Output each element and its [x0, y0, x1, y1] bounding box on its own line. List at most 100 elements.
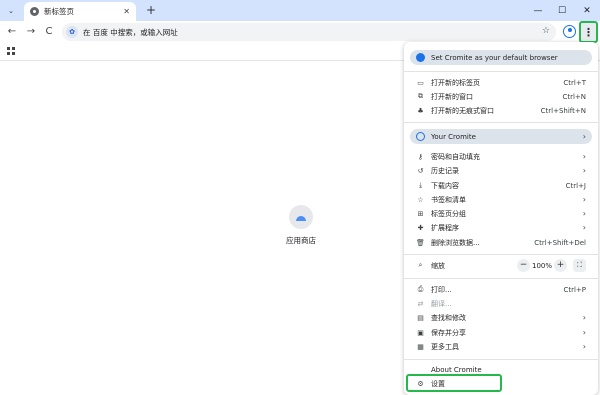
trash-icon: 🗑 [416, 238, 425, 247]
menu-divider [404, 71, 598, 72]
new-tab-icon: ▭ [417, 78, 424, 87]
chevron-right-icon: › [582, 152, 586, 161]
shortcut-label: 应用商店 [286, 236, 316, 245]
zoom-level: 100% [531, 261, 552, 270]
app-menu: Set Cromite as your default browser ▭ 打开… [404, 42, 598, 395]
menu-label: 打开新的无痕式窗口 [431, 106, 494, 115]
menu-label: Set Cromite as your default browser [431, 53, 558, 62]
menu-shortcut: Ctrl+T [563, 78, 586, 87]
find-icon: ▤ [417, 313, 424, 322]
chevron-right-icon: › [582, 223, 586, 232]
app-store-icon [289, 205, 313, 229]
zoom-out-button[interactable]: − [517, 259, 530, 272]
save-share-icon: ▣ [417, 328, 424, 337]
tab-search-chevron-icon[interactable]: ⌄ [4, 4, 18, 17]
menu-label: 翻译... [431, 299, 452, 308]
menu-item-clear-data[interactable]: 🗑 删除浏览数据... Ctrl+Shift+Del [410, 236, 592, 249]
toolbar: ← → C ✿ 在 百度 中搜索，或输入网址 ☆ [0, 21, 600, 43]
menu-label: 历史记录 [431, 166, 459, 175]
new-tab-button[interactable]: + [144, 3, 158, 17]
chrome-favicon-icon [30, 7, 39, 16]
menu-item-more-tools[interactable]: ▦ 更多工具 › [410, 340, 592, 353]
menu-label: About Cromite [431, 365, 482, 374]
shortcut-app-store[interactable]: 应用商店 [278, 205, 324, 246]
menu-shortcut: Ctrl+N [562, 92, 586, 101]
menu-item-new-tab[interactable]: ▭ 打开新的标签页 Ctrl+T [410, 76, 592, 89]
menu-label: 书签和清单 [431, 195, 466, 204]
menu-label: 打开新的标签页 [431, 78, 480, 87]
toolbox-icon: ▦ [417, 342, 424, 351]
minimize-button[interactable]: — [526, 0, 550, 21]
download-icon: ⤓ [418, 181, 423, 189]
tab-strip: ⌄ 新标签页 ✕ + — ☐ ✕ [0, 0, 600, 21]
menu-label: 更多工具 [431, 342, 459, 351]
menu-item-downloads[interactable]: ⤓ 下载内容 Ctrl+J [410, 179, 592, 192]
key-icon: ⚷ [417, 152, 424, 161]
apps-grid-icon[interactable] [7, 47, 15, 55]
zoom-icon: ⌕ [418, 261, 423, 269]
incognito-icon: ♣ [417, 106, 424, 115]
maximize-button[interactable]: ☐ [550, 0, 574, 21]
tab-title: 新标签页 [44, 7, 74, 16]
menu-divider [404, 278, 598, 279]
chevron-right-icon: › [582, 328, 586, 337]
history-icon: ↺ [417, 166, 424, 175]
menu-item-find-edit[interactable]: ▤ 查找和修改 › [410, 311, 592, 324]
menu-item-bookmarks[interactable]: ☆ 书签和清单 › [410, 193, 592, 206]
menu-shortcut: Ctrl+P [563, 285, 586, 294]
menu-item-default-browser[interactable]: Set Cromite as your default browser [410, 50, 592, 65]
tab-new-tab[interactable]: 新标签页 ✕ [24, 2, 136, 21]
menu-button[interactable]: ⋮ [579, 21, 598, 43]
menu-item-history[interactable]: ↺ 历史记录 › [410, 164, 592, 177]
translate-icon: ⇄ [417, 299, 424, 308]
address-bar[interactable]: ✿ 在 百度 中搜索，或输入网址 ☆ [62, 23, 556, 41]
address-bar-placeholder: 在 百度 中搜索，或输入网址 [83, 27, 178, 37]
menu-divider [404, 122, 598, 123]
chevron-right-icon: › [582, 195, 586, 204]
menu-item-your-cromite[interactable]: Your Cromite › [410, 129, 592, 144]
back-button[interactable]: ← [5, 25, 19, 39]
menu-shortcut: Ctrl+J [565, 181, 586, 190]
menu-item-tab-groups[interactable]: ⊞ 标签页分组 › [410, 207, 592, 220]
menu-label: 扩展程序 [431, 223, 459, 232]
menu-label: 密码和自动填充 [431, 152, 480, 161]
menu-item-passwords[interactable]: ⚷ 密码和自动填充 › [410, 150, 592, 163]
menu-label: Your Cromite [431, 132, 476, 141]
menu-item-print[interactable]: ⎙ 打印... Ctrl+P [410, 283, 592, 296]
menu-label: 下载内容 [431, 181, 459, 190]
tab-close-icon[interactable]: ✕ [123, 7, 130, 16]
star-icon: ☆ [417, 195, 424, 204]
menu-label: 标签页分组 [431, 209, 466, 218]
menu-item-translate: ⇄ 翻译... [410, 297, 592, 310]
menu-label: 查找和修改 [431, 313, 466, 322]
menu-item-new-window[interactable]: ⧉ 打开新的窗口 Ctrl+N [410, 90, 592, 103]
menu-item-save-share[interactable]: ▣ 保存并分享 › [410, 326, 592, 339]
chevron-right-icon: › [582, 132, 586, 141]
puzzle-icon: ✚ [417, 223, 424, 232]
search-engine-icon: ✿ [66, 26, 78, 38]
bookmark-star-icon[interactable]: ☆ [542, 26, 550, 36]
printer-icon: ⎙ [417, 285, 424, 293]
chevron-right-icon: › [582, 313, 586, 322]
menu-label: 删除浏览数据... [431, 238, 480, 247]
menu-item-incognito[interactable]: ♣ 打开新的无痕式窗口 Ctrl+Shift+N [410, 104, 592, 117]
menu-divider [404, 359, 598, 360]
menu-label: 打印... [431, 285, 452, 294]
close-window-button[interactable]: ✕ [575, 0, 599, 21]
cromite-logo-icon [416, 53, 425, 62]
forward-button[interactable]: → [24, 25, 38, 39]
zoom-in-button[interactable]: + [554, 259, 567, 272]
reload-button[interactable]: C [42, 25, 56, 39]
fullscreen-icon[interactable]: ⛶ [573, 259, 586, 272]
menu-label: 打开新的窗口 [431, 92, 473, 101]
chevron-right-icon: › [582, 166, 586, 175]
menu-item-extensions[interactable]: ✚ 扩展程序 › [410, 221, 592, 234]
profile-icon[interactable] [563, 25, 576, 38]
menu-item-zoom: ⌕ 缩放 − 100% + ⛶ [410, 259, 592, 272]
menu-divider [404, 254, 598, 255]
menu-shortcut: Ctrl+Shift+Del [534, 238, 586, 247]
chevron-right-icon: › [582, 342, 586, 351]
chevron-right-icon: › [582, 209, 586, 218]
tab-groups-icon: ⊞ [417, 209, 424, 218]
settings-highlight-box [406, 374, 502, 392]
